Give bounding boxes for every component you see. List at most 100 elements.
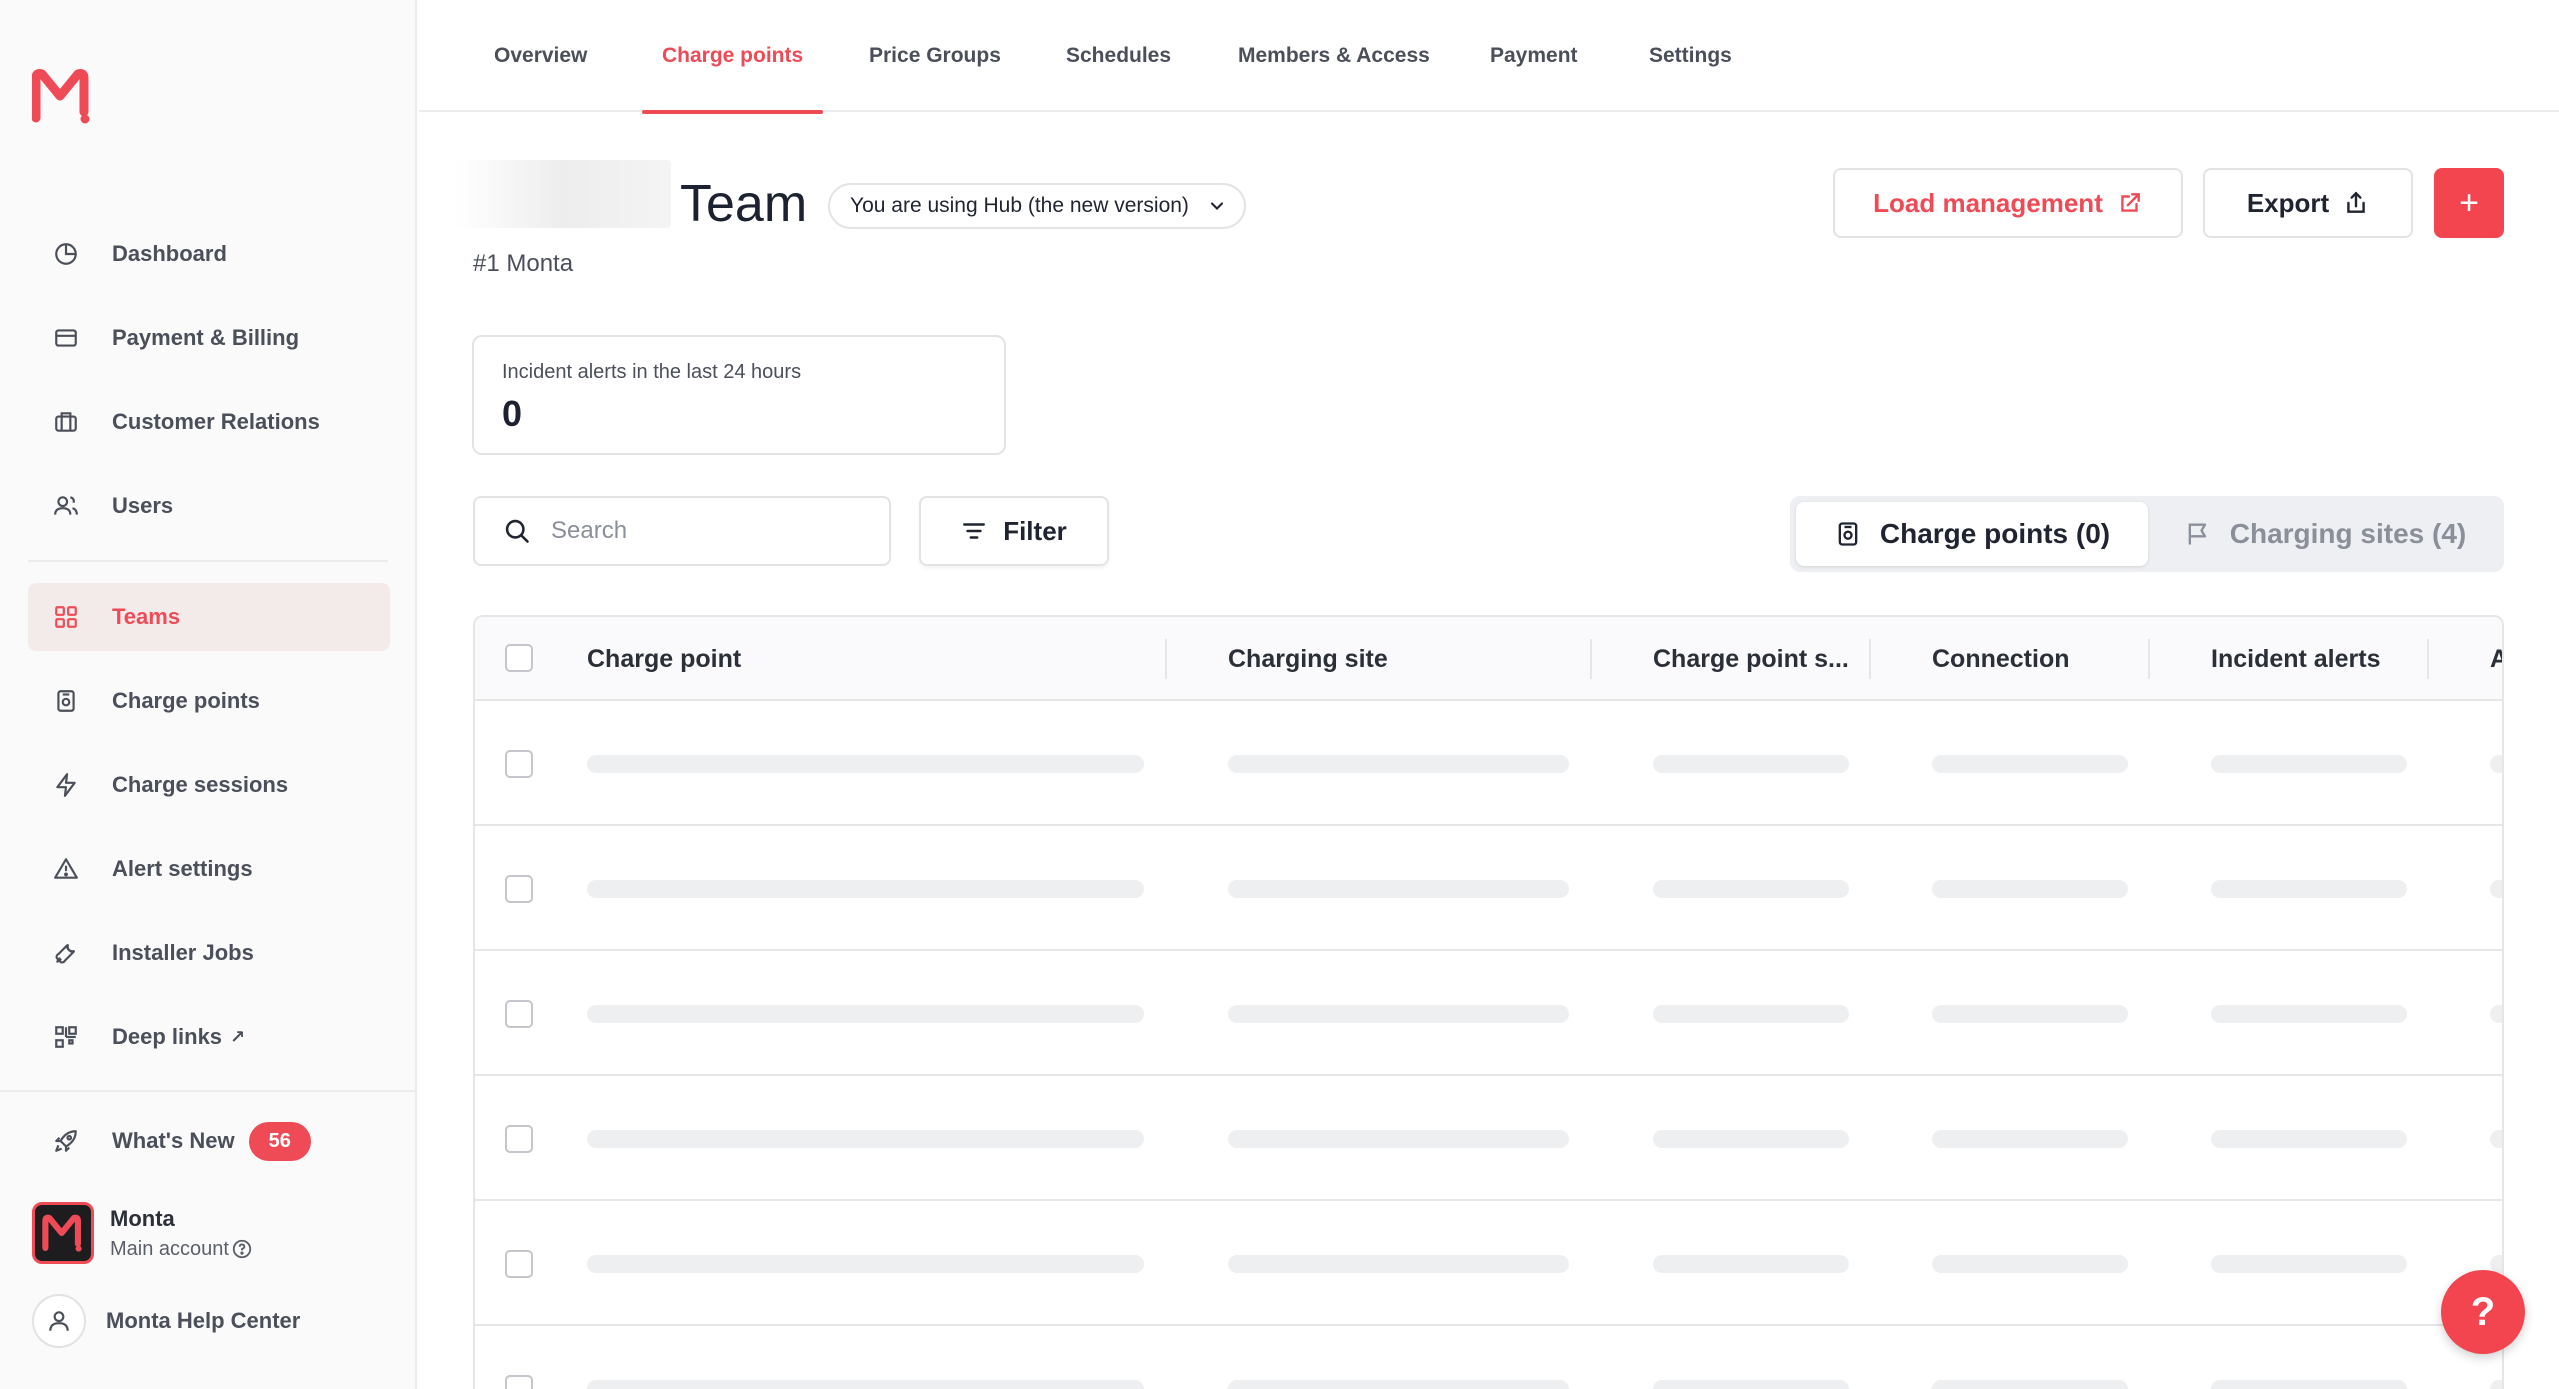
charger-icon [1834,520,1862,548]
table-row[interactable] [475,701,2502,826]
loading-skeleton [1932,880,2128,898]
sidebar-item-deep-links[interactable]: Deep links ↗ [28,1003,390,1071]
help-fab-button[interactable]: ? [2441,1270,2525,1354]
export-button[interactable]: Export [2203,168,2413,238]
loading-skeleton [587,755,1144,773]
help-center-label: Monta Help Center [106,1308,301,1333]
sidebar-item-label: Users [112,493,174,518]
row-checkbox[interactable] [505,1375,533,1389]
loading-skeleton [1653,1255,1849,1273]
sidebar-item-dashboard[interactable]: Dashboard [28,220,390,288]
loading-skeleton [2211,1130,2407,1148]
filter-label: Filter [1003,515,1067,546]
column-header-charging-site[interactable]: Charging site [1228,617,1388,701]
filter-button[interactable]: Filter [919,496,1109,566]
row-checkbox[interactable] [505,1125,533,1153]
load-management-button[interactable]: Load management [1833,168,2183,238]
segment-charging-sites[interactable]: Charging sites (4) [2152,502,2498,566]
select-all-checkbox[interactable] [505,644,533,672]
sidebar-item-label: Installer Jobs [112,940,254,965]
column-divider[interactable] [1869,639,1871,679]
sidebar-item-installer-jobs[interactable]: Installer Jobs [28,919,390,987]
users-icon [46,486,86,526]
whats-new-label: What's New [112,1128,235,1153]
tab-price-groups[interactable]: Price Groups [869,0,1001,112]
sidebar-item-customer-relations[interactable]: Customer Relations [28,388,390,456]
incident-alerts-count: 0 [502,393,523,434]
tab-members-access[interactable]: Members & Access [1238,0,1430,112]
load-management-label: Load management [1873,187,2103,218]
account-switcher[interactable]: Monta Main account [32,1202,253,1264]
column-divider[interactable] [2148,639,2150,679]
loading-skeleton [1932,1255,2128,1273]
loading-skeleton [587,1005,1144,1023]
sidebar-item-teams[interactable]: Teams [28,583,390,651]
page-title: Team [680,175,808,233]
table-row[interactable] [475,826,2502,951]
table-row[interactable] [475,1201,2502,1326]
column-divider[interactable] [2427,639,2429,679]
segment-charge-points[interactable]: Charge points (0) [1796,502,2148,566]
sidebar-item-charge-points[interactable]: Charge points [28,667,390,735]
sidebar-item-charge-sessions[interactable]: Charge sessions [28,751,390,819]
rocket-icon [46,1121,86,1161]
loading-skeleton [2211,755,2407,773]
table-row[interactable] [475,1076,2502,1201]
external-link-icon [2117,190,2143,216]
sidebar-item-label: Dashboard [112,241,227,266]
wrench-icon [46,933,86,973]
tab-charge-points[interactable]: Charge points [641,0,824,114]
upload-icon [2343,190,2369,216]
external-link-icon: ↗ [230,1026,246,1047]
loading-skeleton [1228,1380,1569,1389]
incident-alerts-title: Incident alerts in the last 24 hours [502,361,802,383]
pie-chart-icon [46,234,86,274]
whats-new-item[interactable]: What's New 56 [28,1107,390,1175]
table-row[interactable] [475,951,2502,1076]
app-root: Dashboard Payment & Billing Customer Rel… [0,0,2559,1389]
row-checkbox[interactable] [505,1000,533,1028]
tab-settings[interactable]: Settings [1649,0,1732,112]
sidebar-item-alert-settings[interactable]: Alert settings [28,835,390,903]
loading-skeleton [1932,1380,2128,1389]
bolt-icon [46,765,86,805]
page-subtitle: #1 Monta [473,250,574,277]
loading-skeleton [1932,1005,2128,1023]
column-divider[interactable] [1165,639,1167,679]
row-checkbox[interactable] [505,1250,533,1278]
tab-schedules[interactable]: Schedules [1066,0,1171,112]
version-select[interactable]: You are using Hub (the new version) [828,183,1246,229]
sidebar-item-label: Customer Relations [112,409,320,434]
column-header-incident-alerts[interactable]: Incident alerts [2211,617,2381,701]
loading-skeleton [1228,1130,1569,1148]
column-header-charge-point-status[interactable]: Charge point s... [1653,617,1849,701]
column-divider[interactable] [1590,639,1592,679]
column-header-truncated[interactable]: A [2490,617,2502,701]
tab-payment[interactable]: Payment [1490,0,1578,112]
row-checkbox[interactable] [505,875,533,903]
briefcase-icon [46,402,86,442]
loading-skeleton [1653,1130,1849,1148]
column-header-connection[interactable]: Connection [1932,617,2070,701]
sidebar-item-label: Teams [112,604,181,629]
loading-skeleton [1932,1130,2128,1148]
help-circle-icon[interactable] [231,1238,253,1260]
tab-overview[interactable]: Overview [494,0,587,112]
table-row[interactable] [475,1326,2502,1389]
help-center-link[interactable]: Monta Help Center [32,1294,300,1348]
sidebar-item-payment-billing[interactable]: Payment & Billing [28,304,390,372]
sidebar-item-users[interactable]: Users [28,472,390,540]
row-checkbox[interactable] [505,750,533,778]
team-logo-placeholder [455,160,671,228]
loading-skeleton [587,880,1144,898]
loading-skeleton [2211,1380,2407,1389]
monta-logo[interactable] [32,68,92,124]
account-type: Main account [110,1237,229,1260]
view-segment-control: Charge points (0) Charging sites (4) [1790,496,2504,572]
add-charge-point-button[interactable]: + [2434,168,2504,238]
column-header-charge-point[interactable]: Charge point [587,617,741,701]
loading-skeleton [1653,755,1849,773]
top-tabs: Overview Charge points Price Groups Sche… [419,0,2559,114]
loading-skeleton [2490,1005,2502,1023]
search-input[interactable] [551,517,851,545]
